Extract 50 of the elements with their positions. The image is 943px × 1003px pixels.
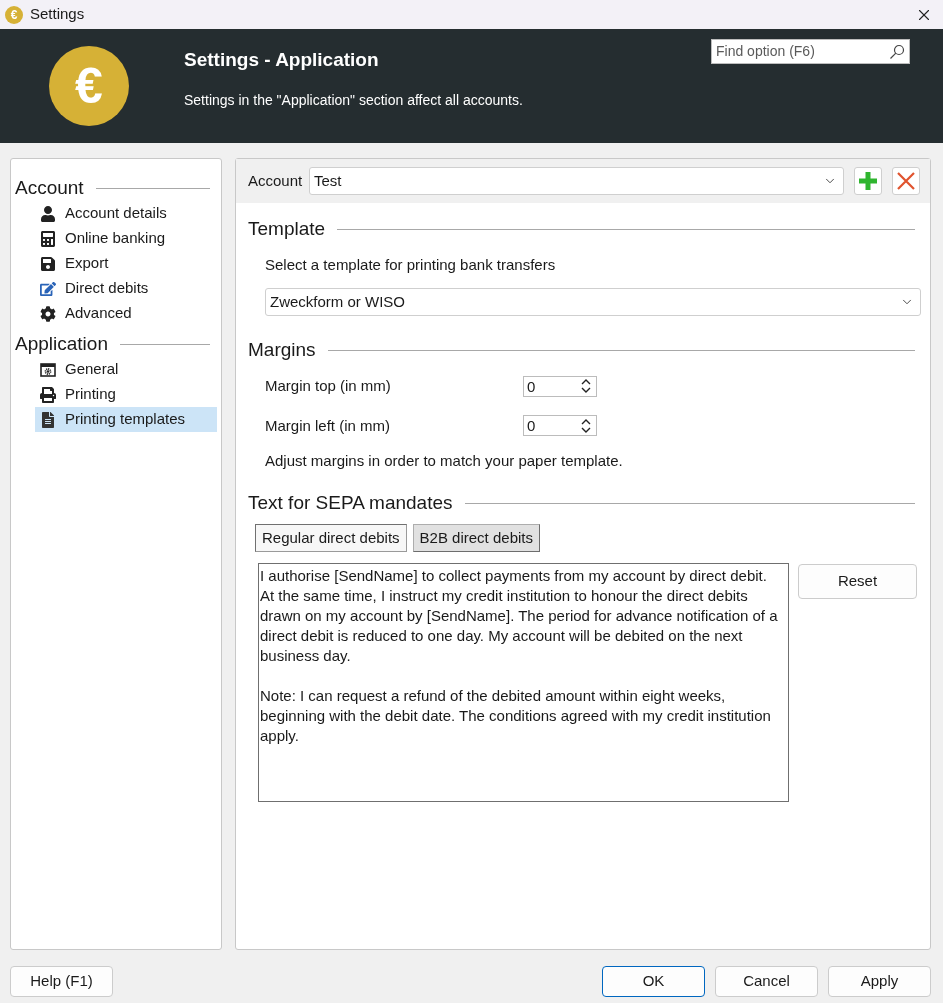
app-icon: € [5, 5, 23, 24]
person-icon [40, 205, 56, 222]
mandate-tab[interactable]: B2B direct debits [412, 524, 540, 552]
help-button[interactable]: Help (F1) [10, 966, 113, 997]
sidebar-item[interactable]: Account details [35, 201, 217, 226]
euro-coin-logo: € [49, 46, 129, 126]
sidebar-item[interactable]: Online banking [35, 226, 217, 251]
template-dropdown[interactable]: Zweckform or WISO [265, 288, 921, 316]
document-pencil-icon [40, 280, 56, 297]
sidebar-item[interactable]: Export [35, 251, 217, 276]
margin-label: Margin left (in mm) [265, 415, 392, 436]
section-heading: Application [15, 332, 108, 356]
section-heading: Template [248, 217, 326, 241]
window-title: Settings [30, 4, 85, 25]
search-icon [889, 43, 905, 60]
search-field[interactable]: Find option (F6) [711, 39, 910, 64]
margin-label: Margin top (in mm) [265, 376, 392, 396]
spin-arrows-icon[interactable] [581, 379, 591, 394]
plus-icon [859, 172, 877, 190]
dialog-button[interactable]: Apply [828, 966, 931, 997]
add-account-button[interactable] [854, 167, 882, 195]
spin-arrows-icon[interactable] [581, 418, 591, 433]
template-prompt: Select a template for printing bank transfers [265, 255, 557, 275]
sidebar-item[interactable]: Printing [35, 382, 217, 407]
margin-spinbox[interactable]: 0 [523, 415, 597, 437]
printer-icon [40, 386, 56, 403]
document-icon [40, 411, 56, 428]
reset-button[interactable]: Reset [798, 564, 917, 599]
window-gear-icon [40, 361, 56, 378]
cross-icon [897, 172, 915, 190]
gear-icon [40, 305, 56, 322]
section-heading: Account [15, 176, 84, 200]
delete-account-button[interactable] [892, 167, 920, 195]
section-heading: Margins [248, 338, 316, 362]
sidebar-item[interactable]: Printing templates [35, 407, 217, 432]
dialog-button[interactable]: OK [602, 966, 705, 997]
page-subtitle: Settings in the "Application" section affect all accounts. [184, 91, 524, 110]
sidebar-item[interactable]: Advanced [35, 301, 217, 326]
account-dropdown[interactable]: Test [309, 167, 844, 195]
page-title: Settings - Application [184, 48, 380, 72]
mandate-tab[interactable]: Regular direct debits [255, 524, 407, 552]
keypad-icon [40, 230, 56, 247]
dialog-button[interactable]: Cancel [715, 966, 818, 997]
margins-hint: Adjust margins in order to match your paper template. [265, 451, 624, 471]
section-heading: Text for SEPA mandates [248, 491, 453, 515]
mandate-text-field[interactable]: I authorise [SendName] to collect payments from my account by direct debit. At the same time, I instruct my credit institution to honour the direct debits drawn on my account by [SendName]. The period for advance notification of a direct debit is reduced to one day. My account will be debited on the next business day. Note: I can request a refund of the debited amount within eight weeks, beginning with the debit date. The conditions agreed with my credit institution apply. [258, 563, 789, 802]
account-label: Account [248, 170, 304, 191]
sidebar-item[interactable]: Direct debits [35, 276, 217, 301]
sidebar-item[interactable]: General [35, 357, 217, 382]
margin-spinbox[interactable]: 0 [523, 375, 597, 397]
